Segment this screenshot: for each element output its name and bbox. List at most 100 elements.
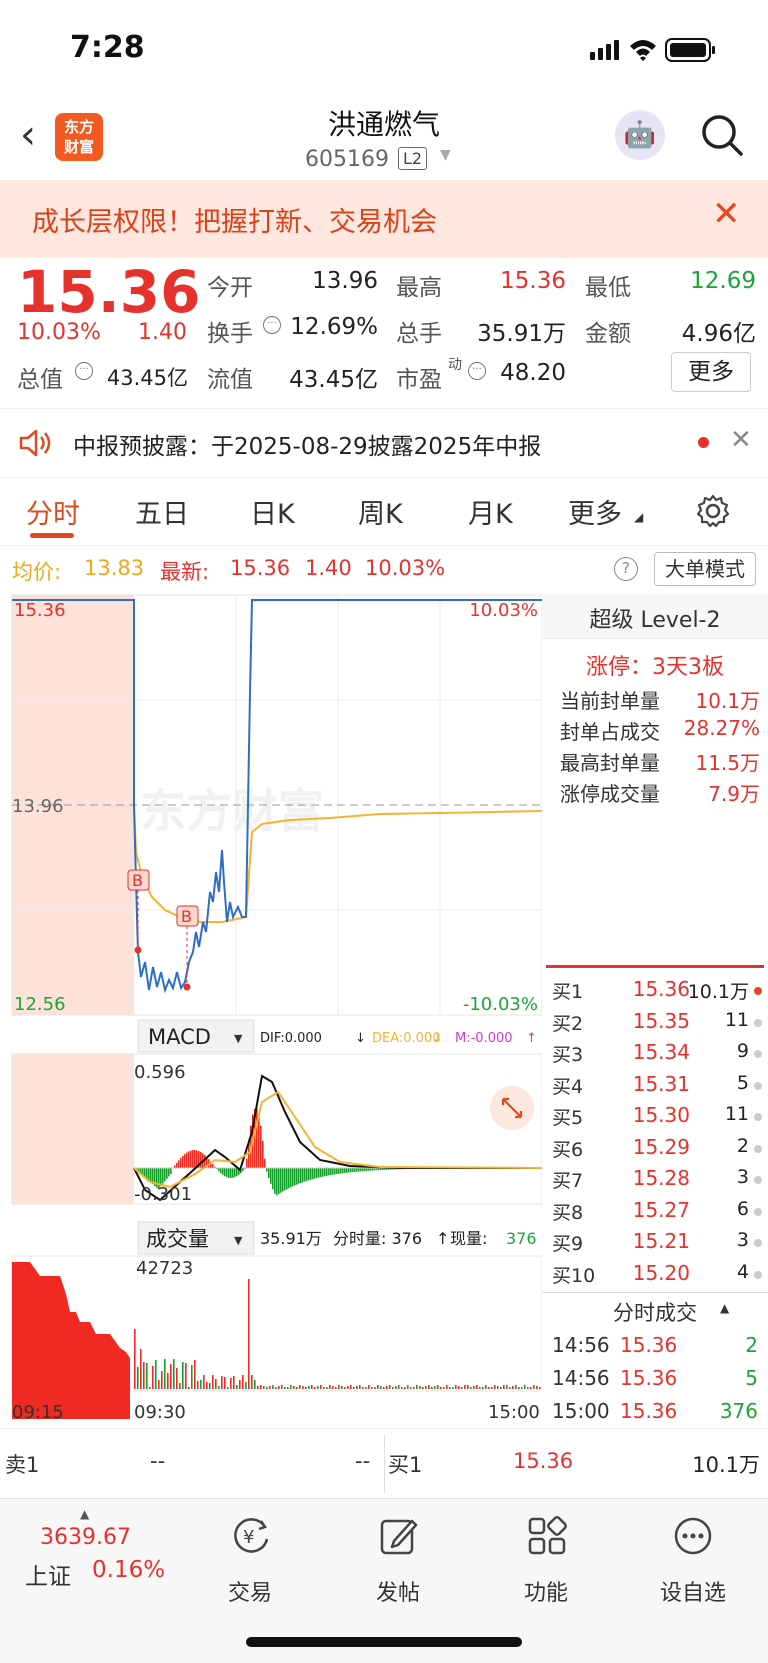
- volume-bar: [155, 1360, 157, 1389]
- volume-bar: [356, 1386, 358, 1389]
- search-icon[interactable]: [700, 113, 744, 157]
- bid-volume: 3: [736, 1229, 749, 1251]
- more-button[interactable]: 更多: [671, 352, 751, 392]
- info-dots-icon[interactable]: ···: [263, 316, 281, 334]
- volume-bar: [158, 1380, 160, 1389]
- bid-row[interactable]: 买7 15.28 3: [542, 1166, 768, 1196]
- volume-bar: [494, 1385, 496, 1389]
- help-icon[interactable]: ?: [614, 557, 638, 581]
- trade-yen-icon[interactable]: ¥: [230, 1515, 272, 1557]
- volume-bar: [476, 1385, 478, 1389]
- seal-label-ratio: 封单占成交: [560, 720, 660, 744]
- functions-grid-icon[interactable]: [526, 1515, 568, 1557]
- macd-bar: [162, 1168, 164, 1184]
- volume-bar: [188, 1387, 190, 1389]
- mktcap-label: 总值: [17, 367, 63, 393]
- big-order-mode-button[interactable]: 大单模式: [654, 552, 756, 586]
- tab-post[interactable]: 发帖: [348, 1575, 448, 1607]
- promo-banner[interactable]: 成长层权限！把握打新、交易机会 ✕: [0, 180, 768, 258]
- stock-code[interactable]: 605169: [305, 147, 389, 172]
- volume-bar: [389, 1385, 391, 1389]
- pre-market-volume-area: [12, 1262, 130, 1419]
- volume-selector[interactable]: 成交量 ▼: [137, 1221, 255, 1255]
- macd-bar: [276, 1168, 278, 1196]
- bid-row[interactable]: 买4 15.31 5: [542, 1072, 768, 1102]
- svg-text:MACD: MACD: [148, 1025, 211, 1049]
- tab-five-day[interactable]: 五日: [135, 492, 189, 531]
- pct-axis-bottom: -10.03%: [463, 994, 538, 1015]
- svg-text:↑: ↑: [526, 1031, 537, 1046]
- code-dropdown-icon[interactable]: ▼: [440, 147, 451, 163]
- macd-bar: [290, 1168, 292, 1188]
- tab-daily-k[interactable]: 日K: [250, 492, 295, 531]
- svg-text:B: B: [132, 871, 143, 890]
- volume-bar: [212, 1375, 214, 1389]
- index-pct[interactable]: 0.16%: [92, 1557, 165, 1583]
- bid-dot: [754, 1113, 762, 1121]
- pct-axis-top: 10.03%: [469, 600, 538, 621]
- settings-gear-icon[interactable]: [696, 494, 730, 528]
- bid-volume: 11: [724, 1008, 749, 1031]
- seal-label-current: 当前封单量: [560, 689, 660, 713]
- macd-bar: [292, 1168, 294, 1187]
- volume-bar: [140, 1349, 142, 1389]
- bid-row[interactable]: 买8 15.27 6: [542, 1198, 768, 1228]
- bid-row[interactable]: 买3 15.34 9: [542, 1040, 768, 1070]
- index-name[interactable]: 上证: [25, 1557, 71, 1591]
- bid-label: 买10: [552, 1264, 596, 1287]
- volume-bar: [227, 1387, 229, 1389]
- trades-collapse-icon[interactable]: ▲: [720, 1301, 729, 1315]
- index-expand-icon[interactable]: ▲: [80, 1507, 89, 1521]
- volume-bar: [209, 1383, 211, 1389]
- tab-monthly-k[interactable]: 月K: [468, 492, 513, 531]
- macd-bar: [336, 1168, 338, 1175]
- macd-bar: [200, 1151, 202, 1168]
- post-edit-icon[interactable]: [378, 1515, 420, 1557]
- tab-functions[interactable]: 功能: [496, 1575, 596, 1607]
- bid-row[interactable]: 买1 15.36 10.1万: [542, 977, 768, 1007]
- bid-row[interactable]: 买10 15.20 4: [542, 1261, 768, 1291]
- macd-bar: [308, 1168, 310, 1181]
- intraday-chart[interactable]: 东方财富 B B 15.36 13.96 12.56 10.03% -10.03…: [0, 592, 542, 1428]
- macd-bar: [278, 1168, 280, 1194]
- macd-bar: [274, 1168, 276, 1194]
- bid-row[interactable]: 买9 15.21 3: [542, 1229, 768, 1259]
- assistant-robot-icon[interactable]: 🤖: [615, 110, 665, 160]
- volume-bar: [404, 1387, 406, 1389]
- tab-weekly-k[interactable]: 周K: [358, 492, 403, 531]
- volume-bar: [362, 1387, 364, 1389]
- info-dots-icon[interactable]: ···: [75, 362, 93, 380]
- close-icon[interactable]: ✕: [730, 425, 752, 455]
- volume-bar: [371, 1387, 373, 1389]
- tab-trade[interactable]: 交易: [200, 1575, 300, 1607]
- macd-bar: [168, 1168, 170, 1177]
- volume-bar: [170, 1364, 172, 1389]
- low-value: 12.69: [690, 268, 756, 294]
- trade-price: 15.36: [620, 1399, 678, 1423]
- volume-bar: [470, 1387, 472, 1389]
- info-dots-icon[interactable]: ···: [468, 362, 486, 380]
- tab-intraday[interactable]: 分时: [26, 492, 80, 531]
- bid-row[interactable]: 买5 15.30 11: [542, 1103, 768, 1133]
- expand-icon[interactable]: [490, 1086, 534, 1130]
- macd-bar: [260, 1125, 262, 1168]
- volume-bar: [416, 1385, 418, 1389]
- notice-bar[interactable]: 中报预披露：于2025-08-29披露2025年中报 ✕: [0, 408, 768, 478]
- volume-bar: [425, 1386, 427, 1389]
- tab-customize-watchlist[interactable]: 设自选: [643, 1575, 743, 1607]
- close-icon[interactable]: ✕: [712, 194, 741, 234]
- macd-selector[interactable]: MACD ▼: [137, 1019, 255, 1053]
- index-value[interactable]: 3639.67: [40, 1525, 131, 1550]
- open-value: 13.96: [312, 268, 378, 294]
- volume-bar: [206, 1382, 208, 1389]
- bid-row[interactable]: 买6 15.29 2: [542, 1135, 768, 1165]
- tab-more[interactable]: 更多: [568, 492, 622, 531]
- trades-title[interactable]: 分时成交: [542, 1297, 768, 1327]
- bid-row[interactable]: 买2 15.35 11: [542, 1009, 768, 1039]
- volume-bar: [311, 1385, 313, 1389]
- more-dots-icon[interactable]: [672, 1515, 714, 1557]
- volume-bar: [422, 1387, 424, 1389]
- macd-bar: [286, 1168, 288, 1190]
- bid-label: 买9: [552, 1233, 584, 1255]
- volume-bar: [383, 1387, 385, 1389]
